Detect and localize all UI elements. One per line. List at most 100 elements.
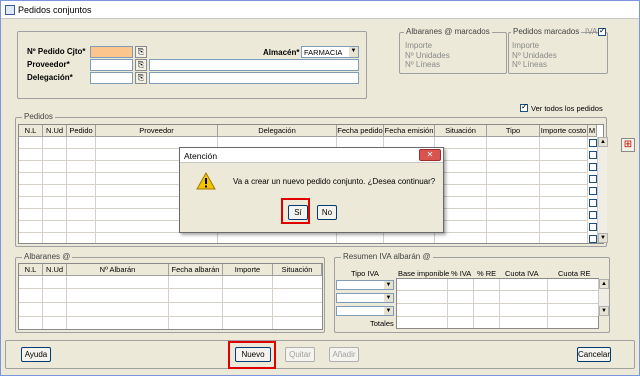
- tipo-iva-select[interactable]: ▼: [336, 306, 394, 316]
- chevron-down-icon: ▼: [384, 281, 393, 289]
- col-header[interactable]: Tipo: [487, 125, 540, 137]
- app-icon: [5, 4, 15, 15]
- row-checkbox[interactable]: [589, 139, 597, 147]
- ver-todos-label: Ver todos los pedidos: [531, 104, 603, 113]
- window-title: Pedidos conjuntos: [18, 4, 92, 15]
- pedidos-lineas-label: Nº Líneas: [512, 60, 547, 69]
- grid-line: [19, 288, 322, 289]
- pedidos-marcados-title: Pedidos marcados: [511, 27, 582, 36]
- delete-icon[interactable]: ⊞: [621, 138, 635, 152]
- almacen-label: Almacén*: [263, 48, 300, 57]
- iva-checkbox[interactable]: ✓: [598, 26, 606, 36]
- grid-line: [66, 137, 67, 243]
- almacen-value: FARMACIA: [304, 48, 343, 57]
- almacen-select[interactable]: FARMACIA ▼: [301, 46, 359, 58]
- proveedor-code-input[interactable]: [90, 59, 133, 71]
- check-icon: ✓: [599, 26, 606, 35]
- no-button[interactable]: No: [317, 205, 337, 220]
- col-header: Cuota IVA: [505, 269, 539, 278]
- albaranes-marcados-title: Albaranes @ marcados: [404, 27, 492, 36]
- col-header[interactable]: Fecha albarán: [169, 264, 223, 276]
- col-header: Base imponible: [398, 269, 450, 278]
- pedidos-scrollbar[interactable]: ▲ ▼: [597, 137, 608, 243]
- grid-line: [42, 137, 43, 243]
- row-checkbox[interactable]: [589, 151, 597, 159]
- dialog-message: Va a crear un nuevo pedido conjunto. ¿De…: [233, 177, 436, 186]
- row-checkbox[interactable]: [589, 211, 597, 219]
- pedido-input[interactable]: [90, 46, 133, 58]
- bottom-bar: [5, 340, 635, 369]
- resumen-scrollbar[interactable]: ▲ ▼: [598, 279, 609, 316]
- ayuda-button[interactable]: Ayuda: [21, 347, 51, 362]
- col-header: % RE: [477, 269, 497, 278]
- check-icon: ✓: [521, 102, 528, 111]
- ver-todos-checkbox[interactable]: ✓: [520, 102, 528, 112]
- row-checkbox[interactable]: [589, 187, 597, 195]
- dialog-title: Atención: [184, 151, 218, 161]
- col-header[interactable]: N.L: [19, 125, 43, 137]
- pedido-label: Nº Pedido Cjto*: [27, 47, 86, 56]
- tipo-iva-select[interactable]: ▼: [336, 293, 394, 303]
- chevron-down-icon: ▼: [349, 47, 358, 57]
- totales-label: Totales: [370, 319, 394, 328]
- highlight-box: [281, 198, 310, 224]
- row-checkbox[interactable]: [589, 235, 597, 243]
- col-header[interactable]: Importe: [223, 264, 273, 276]
- pedidos-title: Pedidos: [22, 112, 55, 121]
- col-header: Cuota RE: [558, 269, 591, 278]
- tipo-iva-select[interactable]: ▼: [336, 280, 394, 290]
- confirm-dialog: Atención ✕ Va a crear un nuevo pedido co…: [179, 147, 444, 233]
- title-bar: Pedidos conjuntos: [1, 1, 639, 19]
- col-header[interactable]: Nº Albarán: [67, 264, 169, 276]
- col-header: % IVA: [451, 269, 472, 278]
- grid-line: [539, 137, 540, 243]
- row-checkbox[interactable]: [589, 199, 597, 207]
- albaranes-unidades-label: Nº Unidades: [405, 51, 450, 60]
- col-header[interactable]: Proveedor: [96, 125, 218, 137]
- col-header[interactable]: Pedido: [67, 125, 96, 137]
- col-header[interactable]: Fecha pedido: [337, 125, 384, 137]
- col-header[interactable]: M: [588, 125, 597, 137]
- pedido-lookup-button[interactable]: ⎘: [135, 46, 147, 58]
- col-header[interactable]: N.Ud: [43, 264, 67, 276]
- warning-icon: [196, 172, 216, 190]
- close-icon[interactable]: ✕: [419, 149, 441, 161]
- highlight-box: [228, 341, 276, 369]
- row-checkbox[interactable]: [589, 163, 597, 171]
- cancelar-button[interactable]: Cancelar: [577, 347, 611, 362]
- scroll-down-icon[interactable]: ▼: [598, 233, 608, 243]
- albaranes-lineas-label: Nº Líneas: [405, 60, 440, 69]
- grid-line: [397, 316, 598, 317]
- anadir-button[interactable]: Añadir: [329, 347, 359, 362]
- scroll-up-icon[interactable]: ▲: [598, 137, 608, 147]
- delegacion-code-input[interactable]: [90, 72, 133, 84]
- col-header[interactable]: Importe costo: [540, 125, 588, 137]
- row-checkbox[interactable]: [589, 175, 597, 183]
- grid-line: [19, 316, 322, 317]
- quitar-button[interactable]: Quitar: [285, 347, 315, 362]
- iva-label: IVA: [585, 27, 598, 36]
- delegacion-lookup-button[interactable]: ⎘: [135, 72, 147, 84]
- col-header[interactable]: Delegación: [218, 125, 337, 137]
- grid-line: [19, 302, 322, 303]
- proveedor-lookup-button[interactable]: ⎘: [135, 59, 147, 71]
- chevron-down-icon: ▼: [384, 294, 393, 302]
- scroll-up-icon[interactable]: ▲: [599, 279, 609, 289]
- scroll-down-icon[interactable]: ▼: [599, 306, 609, 316]
- col-header[interactable]: N.L: [19, 264, 43, 276]
- delegacion-name-input[interactable]: [149, 72, 359, 84]
- proveedor-name-input[interactable]: [149, 59, 359, 71]
- grid-line: [397, 290, 598, 291]
- grid-line: [587, 137, 588, 243]
- col-header[interactable]: N.Ud: [43, 125, 67, 137]
- col-header[interactable]: Situación: [273, 264, 322, 276]
- dialog-title-bar: Atención ✕: [180, 148, 443, 163]
- col-header[interactable]: Fecha emisión: [384, 125, 435, 137]
- col-header: Tipo IVA: [351, 269, 379, 278]
- col-header[interactable]: Situación: [435, 125, 487, 137]
- main-window: Pedidos conjuntos Nº Pedido Cjto* ⎘ Prov…: [0, 0, 640, 376]
- grid-line: [95, 137, 96, 243]
- row-checkbox[interactable]: [589, 223, 597, 231]
- resumen-title: Resumen IVA albarán @: [341, 252, 433, 261]
- pedidos-importe-label: Importe: [512, 41, 540, 50]
